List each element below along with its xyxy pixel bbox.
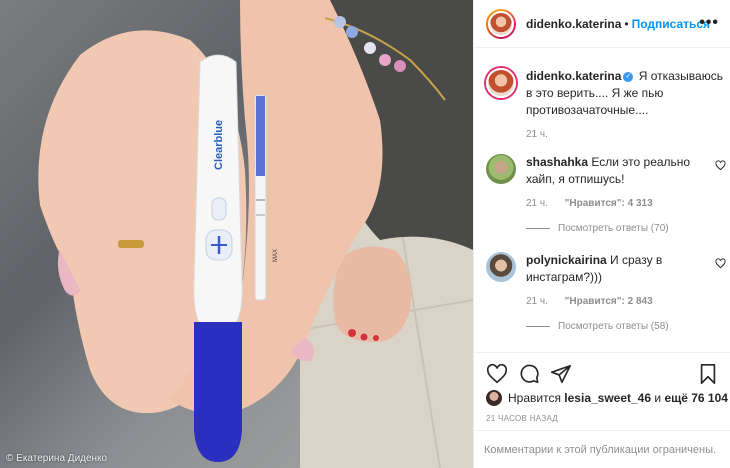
comment-item: shashahka Если это реально хайп, я отпиш… bbox=[486, 154, 726, 234]
strip-handle bbox=[256, 96, 265, 176]
test-brand: Clearblue bbox=[213, 120, 225, 170]
comment-meta: 21 ч. "Нравится": 2 843 bbox=[526, 296, 726, 307]
view-replies-link[interactable]: Посмотреть ответы (58) bbox=[526, 321, 726, 332]
bracelet-gem bbox=[379, 54, 391, 66]
bracelet-gem bbox=[346, 26, 358, 38]
test-body bbox=[193, 54, 243, 331]
comment-time[interactable]: 21 ч. bbox=[526, 198, 548, 209]
post-timestamp[interactable]: 21 ЧАСОВ НАЗАД bbox=[486, 414, 558, 423]
caption-username[interactable]: didenko.katerina bbox=[526, 69, 621, 83]
comment-time[interactable]: 21 ч. bbox=[526, 296, 548, 307]
author-username[interactable]: didenko.katerina bbox=[526, 17, 621, 31]
comment-username[interactable]: polynickairina bbox=[526, 253, 607, 267]
photo-credit: © Екатерина Диденко bbox=[6, 453, 108, 464]
author-avatar[interactable] bbox=[486, 8, 516, 39]
save-bookmark-icon[interactable] bbox=[697, 363, 719, 385]
comment-username[interactable]: shashahka bbox=[526, 155, 588, 169]
liker-avatar[interactable] bbox=[486, 390, 502, 406]
like-heart-icon[interactable] bbox=[486, 363, 508, 385]
replies-divider bbox=[526, 326, 550, 327]
post-header: didenko.katerina • Подписаться ••• bbox=[474, 0, 730, 48]
foot bbox=[333, 246, 411, 343]
toenail bbox=[348, 329, 356, 337]
likes-count[interactable]: ещё 76 104 bbox=[664, 391, 728, 405]
toenail bbox=[360, 333, 368, 341]
avatar-image bbox=[488, 10, 514, 37]
caption-time[interactable]: 21 ч. bbox=[526, 129, 548, 140]
comment-body: polynickairina И сразу в инстаграм?))) bbox=[526, 252, 706, 286]
more-options-icon[interactable]: ••• bbox=[699, 14, 719, 32]
strip-label: MAX bbox=[273, 249, 279, 262]
likes-summary[interactable]: Нравится lesia_sweet_46 и ещё 76 104 bbox=[486, 390, 728, 406]
separator-dot: • bbox=[624, 16, 629, 31]
photo-illustration: Clearblue MAX bbox=[38, 0, 473, 468]
gold-ring bbox=[118, 240, 144, 248]
comments-restricted-notice: Комментарии к этой публикации ограничены… bbox=[474, 430, 730, 468]
likes-prefix: Нравится bbox=[508, 391, 561, 405]
comment-body: shashahka Если это реально хайп, я отпиш… bbox=[526, 154, 706, 188]
caption-body: didenko.katerina ✓ Я отказываюсь в это ве… bbox=[526, 68, 726, 119]
verified-badge-icon: ✓ bbox=[623, 71, 634, 82]
comment-likes[interactable]: "Нравится": 2 843 bbox=[565, 296, 653, 307]
view-replies-link[interactable]: Посмотреть ответы (70) bbox=[526, 223, 726, 234]
control-window bbox=[211, 197, 227, 221]
caption-meta: 21 ч. bbox=[526, 129, 726, 140]
comment-avatar[interactable] bbox=[486, 154, 516, 184]
bracelet-gem bbox=[334, 16, 346, 28]
likes-middle: и bbox=[654, 391, 662, 405]
toenail bbox=[373, 335, 379, 341]
bracelet-gem bbox=[394, 60, 406, 72]
caption-avatar[interactable] bbox=[486, 68, 516, 98]
liker-username[interactable]: lesia_sweet_46 bbox=[564, 391, 651, 405]
post-side-panel: didenko.katerina • Подписаться ••• diden… bbox=[473, 0, 730, 468]
pregnancy-test: Clearblue bbox=[193, 54, 243, 462]
comment-avatar[interactable] bbox=[486, 252, 516, 282]
bracelet-gem bbox=[364, 42, 376, 54]
post-photo[interactable]: Clearblue MAX © Екатерина Диденко bbox=[0, 0, 473, 468]
post-action-bar bbox=[474, 352, 730, 392]
comment-likes[interactable]: "Нравится": 4 313 bbox=[565, 198, 653, 209]
like-comment-heart-icon[interactable] bbox=[715, 258, 726, 269]
view-replies-label: Посмотреть ответы (58) bbox=[558, 321, 669, 332]
like-comment-heart-icon[interactable] bbox=[715, 160, 726, 171]
view-replies-label: Посмотреть ответы (70) bbox=[558, 223, 669, 234]
comment-item: polynickairina И сразу в инстаграм?))) 2… bbox=[486, 252, 726, 332]
share-paper-plane-icon[interactable] bbox=[550, 363, 572, 385]
comment-bubble-icon[interactable] bbox=[518, 363, 540, 385]
comment-meta: 21 ч. "Нравится": 4 313 bbox=[526, 198, 726, 209]
post-caption: didenko.katerina ✓ Я отказываюсь в это ве… bbox=[486, 68, 726, 140]
test-cap bbox=[194, 322, 242, 462]
replies-divider bbox=[526, 228, 550, 229]
